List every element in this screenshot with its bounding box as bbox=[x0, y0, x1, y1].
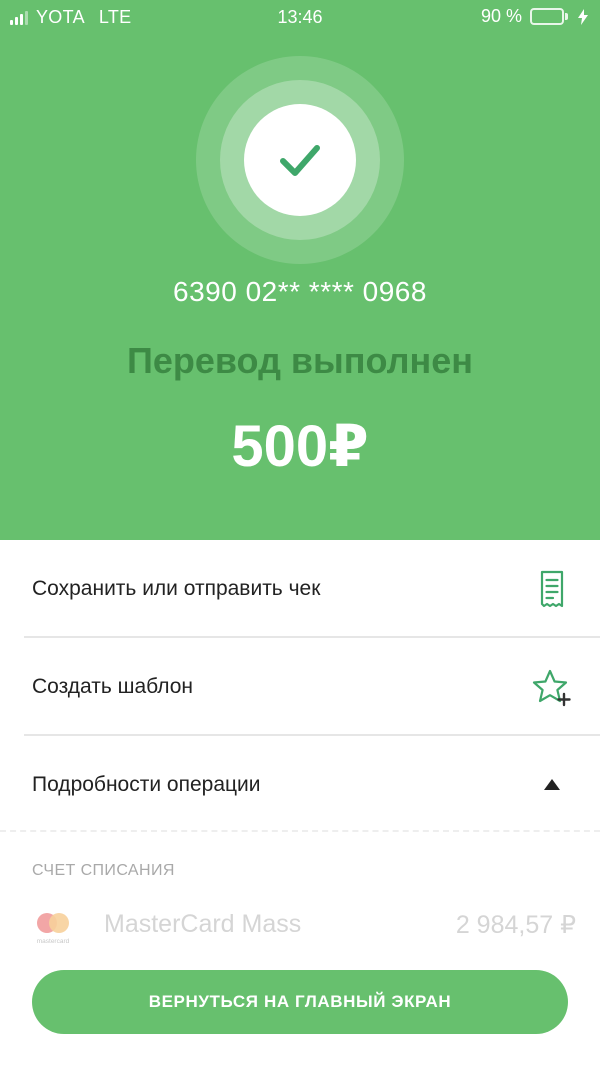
charging-bolt-icon bbox=[578, 8, 588, 25]
debit-account-title: СЧЕТ СПИСАНИЯ bbox=[32, 862, 175, 879]
status-bar: YOTA LTE 13:46 90 % bbox=[0, 0, 600, 34]
star-plus-icon bbox=[532, 669, 571, 707]
receipt-icon bbox=[540, 570, 564, 608]
create-template-row[interactable]: Создать шаблон bbox=[24, 638, 600, 736]
card-number: 6390 02** **** 0968 bbox=[173, 276, 427, 307]
account-balance: 2 984,57 ₽ bbox=[455, 911, 576, 939]
mastercard-logo-text: mastercard bbox=[37, 938, 70, 945]
account-name: MasterCard Mass bbox=[104, 910, 302, 938]
triangle-up-icon bbox=[544, 779, 560, 790]
checkmark-icon bbox=[280, 145, 320, 176]
operation-details-label: Подробности операции bbox=[32, 773, 261, 796]
save-receipt-row[interactable]: Сохранить или отправить чек bbox=[24, 540, 600, 638]
battery-percentage: 90 % bbox=[480, 6, 522, 26]
transfer-status: Перевод выполнен bbox=[126, 340, 474, 381]
operation-details-row[interactable]: Подробности операции bbox=[24, 736, 600, 834]
transfer-amount: 500₽ bbox=[231, 414, 369, 479]
return-home-button[interactable]: ВЕРНУТЬСЯ НА ГЛАВНЫЙ ЭКРАН bbox=[32, 970, 568, 1034]
status-right: 90 % bbox=[481, 6, 588, 27]
mastercard-logo-icon: mastercard bbox=[37, 913, 70, 945]
create-template-label: Создать шаблон bbox=[32, 675, 194, 698]
save-receipt-label: Сохранить или отправить чек bbox=[32, 577, 321, 600]
dashed-divider bbox=[0, 830, 600, 832]
battery-tip bbox=[565, 13, 568, 20]
battery-icon bbox=[530, 8, 564, 25]
